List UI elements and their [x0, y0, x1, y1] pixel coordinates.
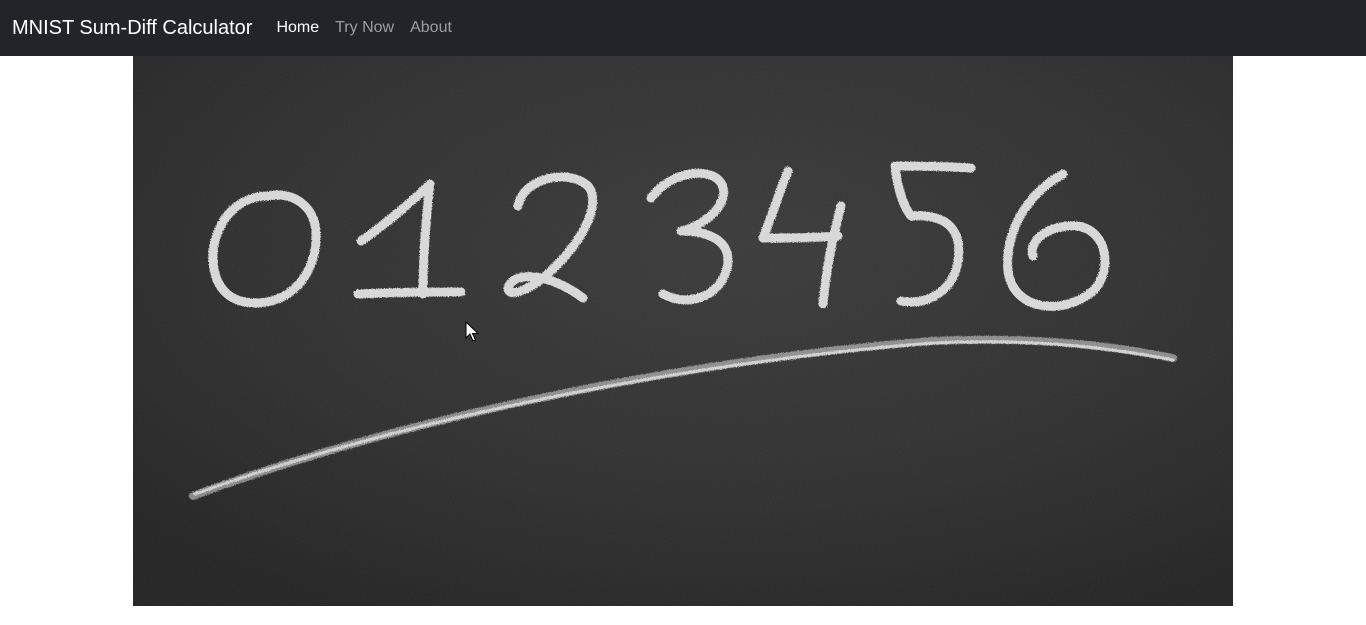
navbar-brand[interactable]: MNIST Sum-Diff Calculator [12, 17, 252, 40]
chalkboard-hero-image [133, 56, 1233, 606]
nav-link-home[interactable]: Home [276, 19, 327, 37]
nav-links: Home Try Now About [276, 19, 459, 37]
top-navbar: MNIST Sum-Diff Calculator Home Try Now A… [0, 0, 1366, 56]
chalkboard-illustration [133, 56, 1233, 606]
nav-link-try-now[interactable]: Try Now [327, 19, 402, 37]
mouse-cursor-icon [465, 321, 479, 342]
nav-link-about[interactable]: About [402, 19, 460, 37]
